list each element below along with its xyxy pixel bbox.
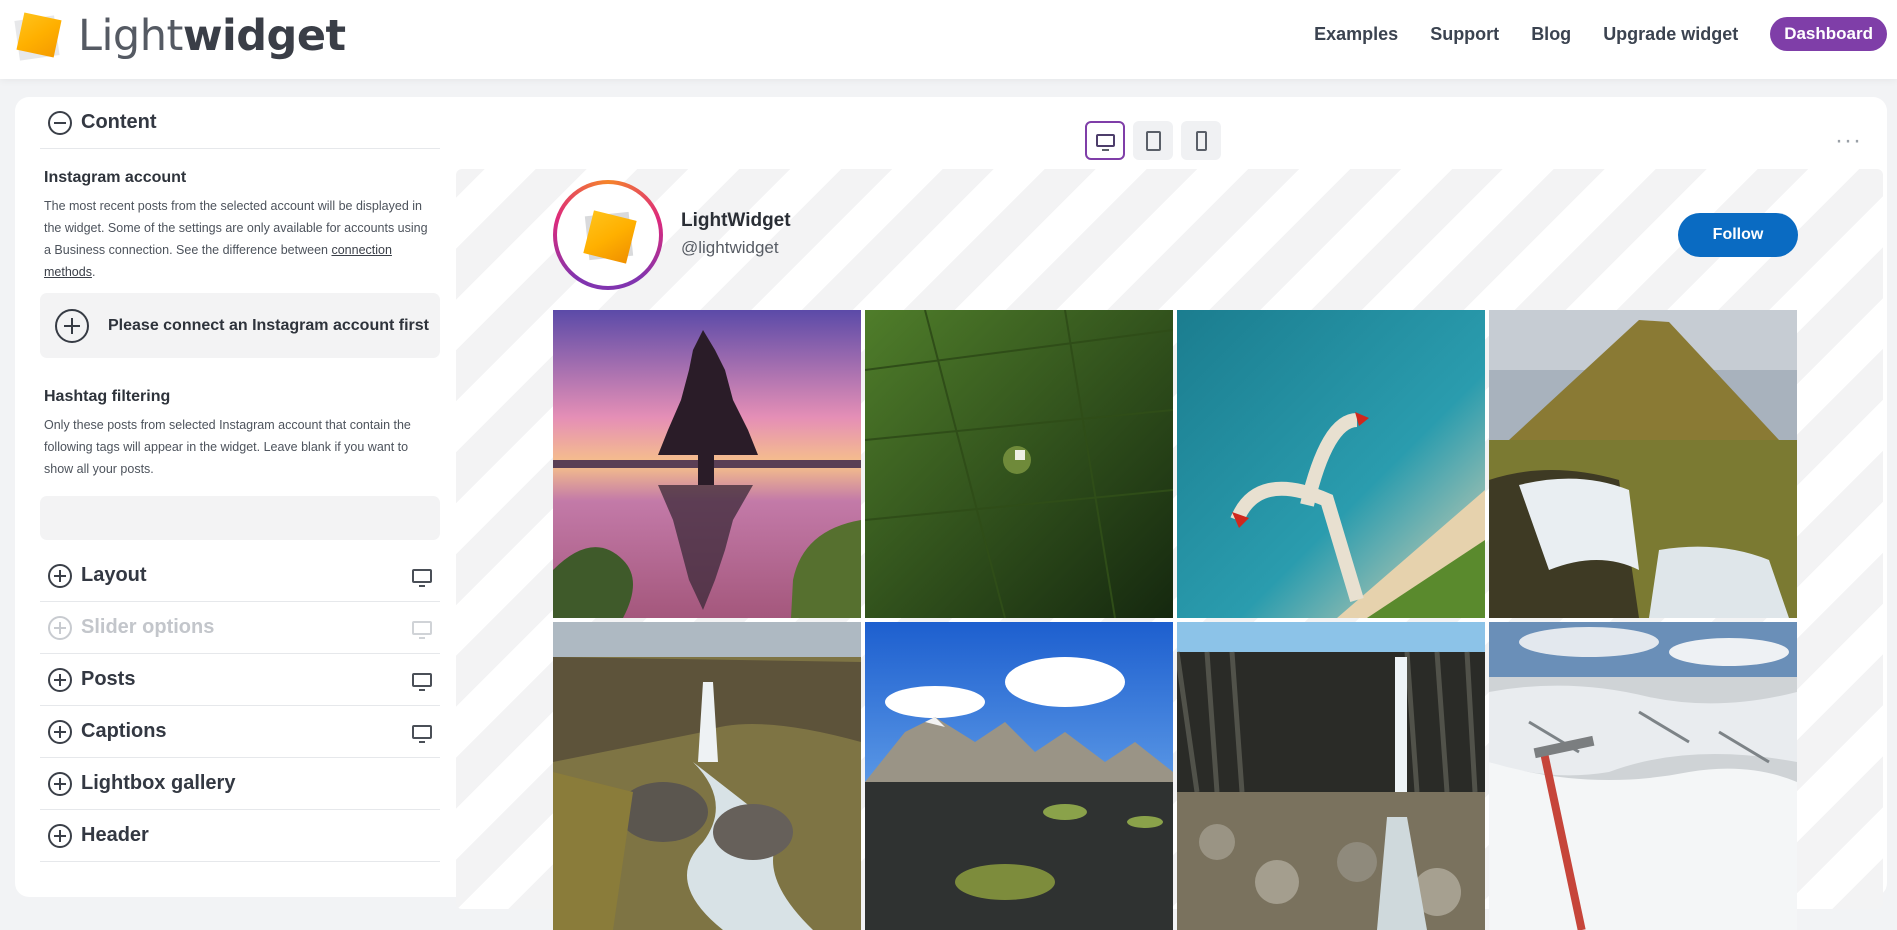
expand-icon xyxy=(48,719,72,744)
profile-name[interactable]: LightWidget xyxy=(681,210,791,232)
pagoda-sunset-photo[interactable] xyxy=(553,310,861,618)
instagram-account-title: Instagram account xyxy=(44,169,187,186)
mobile-view-button[interactable] xyxy=(1181,121,1221,160)
logo-text: Lightwidget xyxy=(78,11,346,61)
section-title: Header xyxy=(81,824,149,846)
lightwidget-logo[interactable]: Lightwidget xyxy=(14,8,346,64)
nav-link-upgrade-widget[interactable]: Upgrade widget xyxy=(1603,24,1738,45)
nav-link-blog[interactable]: Blog xyxy=(1531,24,1571,45)
section-layout[interactable]: Layout xyxy=(40,550,440,602)
connect-label: Please connect an Instagram account firs… xyxy=(108,316,429,334)
desktop-icon xyxy=(412,620,432,639)
mountain-waterfall-photo[interactable] xyxy=(1489,310,1797,618)
section-lightbox-gallery[interactable]: Lightbox gallery xyxy=(40,758,440,810)
expand-icon xyxy=(48,667,72,692)
section-title: Layout xyxy=(81,564,147,586)
section-posts[interactable]: Posts xyxy=(40,654,440,706)
river-waterfall-photo[interactable] xyxy=(553,622,861,930)
device-switcher xyxy=(1085,121,1221,160)
section-captions[interactable]: Captions xyxy=(40,706,440,758)
tablet-icon xyxy=(1145,130,1161,151)
section-title: Posts xyxy=(81,668,136,690)
hashtag-filtering-title: Hashtag filtering xyxy=(44,388,171,405)
glacier-ice-axe-photo[interactable] xyxy=(1489,622,1797,930)
nav-link-examples[interactable]: Examples xyxy=(1314,24,1398,45)
desktop-view-button[interactable] xyxy=(1085,121,1125,160)
editor-card: Content Instagram account The most recen… xyxy=(15,97,1887,930)
more-options-icon[interactable]: ··· xyxy=(1835,127,1862,155)
top-navbar: Lightwidget Examples Support Blog Upgrad… xyxy=(0,0,1897,79)
expand-icon xyxy=(48,563,72,588)
snowy-mountains-lake-photo[interactable] xyxy=(865,622,1173,930)
sea-pier-aerial-photo[interactable] xyxy=(1177,310,1485,618)
section-title: Content xyxy=(81,111,157,133)
profile-handle: @lightwidget xyxy=(681,238,779,257)
desktop-icon xyxy=(412,568,432,587)
section-title: Lightbox gallery xyxy=(81,772,236,794)
photo-grid xyxy=(553,310,1797,930)
avatar[interactable] xyxy=(553,180,663,290)
hashtag-filtering-help: Only these posts from selected Instagram… xyxy=(44,418,411,476)
section-title: Captions xyxy=(81,720,167,742)
expand-icon xyxy=(48,615,72,640)
desktop-icon xyxy=(412,672,432,691)
green-field-aerial-photo[interactable] xyxy=(865,310,1173,618)
section-slider-options: Slider options xyxy=(40,602,440,654)
expand-icon xyxy=(48,823,72,848)
desktop-icon xyxy=(1095,134,1115,151)
section-title: Slider options xyxy=(81,616,215,638)
desktop-icon xyxy=(412,724,432,743)
main-nav: Examples Support Blog Upgrade widget Das… xyxy=(1314,0,1897,68)
phone-icon xyxy=(1195,130,1207,151)
logo-icon xyxy=(14,10,64,62)
instagram-account-help: The most recent posts from the selected … xyxy=(44,199,428,279)
nav-link-support[interactable]: Support xyxy=(1430,24,1499,45)
tablet-view-button[interactable] xyxy=(1133,121,1173,160)
section-header[interactable]: Header xyxy=(40,810,440,862)
hashtag-input[interactable] xyxy=(40,496,440,540)
expand-icon xyxy=(48,771,72,796)
add-icon xyxy=(55,308,89,343)
settings-sidebar: Content Instagram account The most recen… xyxy=(40,97,440,862)
collapse-icon xyxy=(48,110,72,135)
basalt-waterfall-photo[interactable] xyxy=(1177,622,1485,930)
follow-button[interactable]: Follow xyxy=(1678,213,1798,257)
dashboard-button[interactable]: Dashboard xyxy=(1770,17,1887,51)
connect-instagram-button[interactable]: Please connect an Instagram account firs… xyxy=(40,293,440,358)
section-content[interactable]: Content xyxy=(40,97,440,149)
